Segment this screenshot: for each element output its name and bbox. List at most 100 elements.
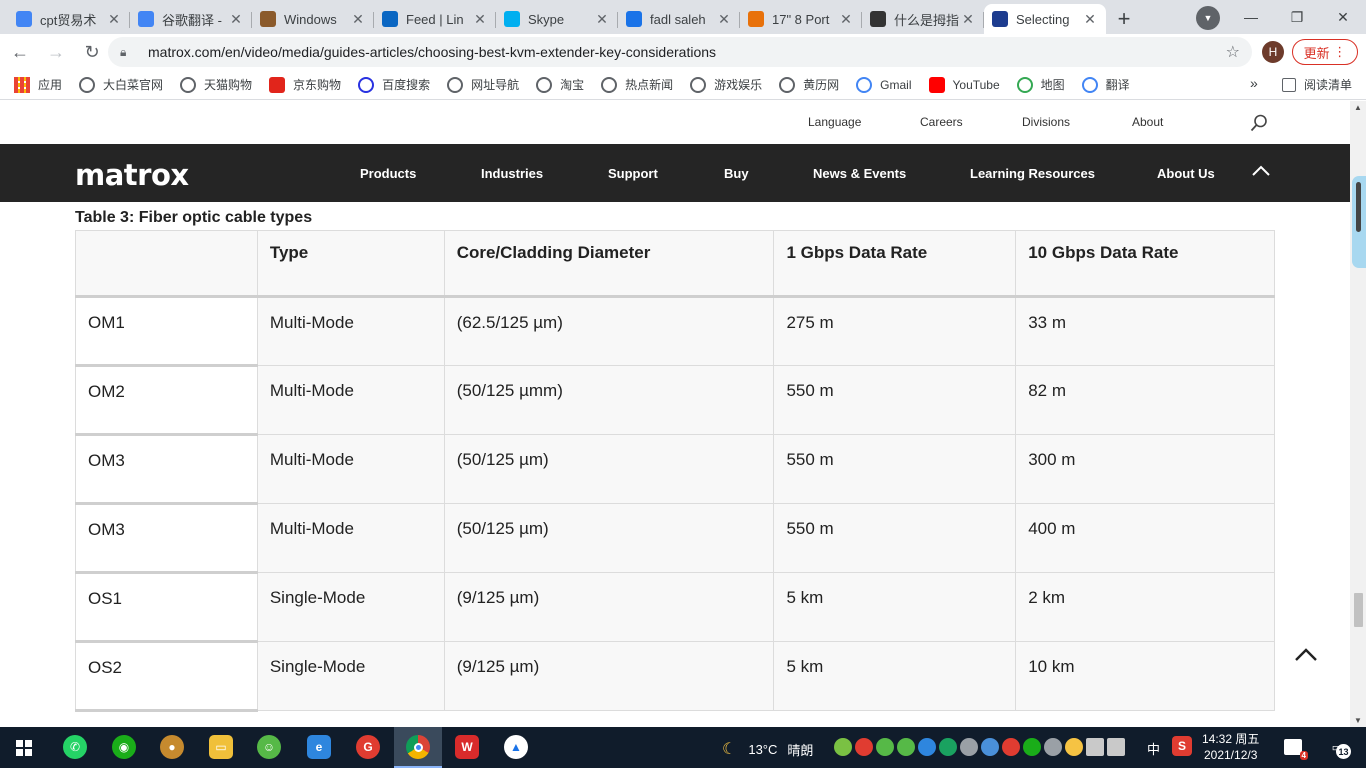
- tray-a-icon[interactable]: [939, 738, 957, 756]
- bookmark-item-11[interactable]: Gmail: [856, 76, 912, 93]
- tab-close-icon[interactable]: ✕: [350, 11, 366, 28]
- tab-close-icon[interactable]: ✕: [594, 11, 610, 28]
- tab-close-icon[interactable]: ✕: [838, 11, 854, 28]
- bookmark-item-4[interactable]: 京东购物: [269, 76, 341, 93]
- network-icon[interactable]: [1086, 738, 1104, 756]
- tab-close-icon[interactable]: ✕: [1082, 11, 1098, 28]
- matrox-logo[interactable]: matrox: [75, 158, 189, 192]
- acorn-app-icon[interactable]: ●: [160, 735, 184, 759]
- volume-icon[interactable]: [1107, 738, 1125, 756]
- tray-plus-icon[interactable]: [1065, 738, 1083, 756]
- system-clock[interactable]: 14:32 周五 2021/12/3: [1202, 731, 1259, 763]
- bookmark-item-13[interactable]: 地图: [1016, 76, 1065, 93]
- bookmark-item-12[interactable]: YouTube: [928, 76, 1000, 93]
- utility-link-divisions[interactable]: Divisions: [1022, 115, 1070, 129]
- bookmark-item-9[interactable]: 游戏娱乐: [690, 76, 762, 93]
- nav-buy[interactable]: Buy: [724, 166, 749, 181]
- reload-icon[interactable]: ↻: [76, 36, 108, 68]
- side-panel-handle[interactable]: [1352, 176, 1366, 268]
- tray-g-icon[interactable]: [1002, 738, 1020, 756]
- browser-tab-8[interactable]: 什么是拇指 ✕: [862, 4, 984, 34]
- browser-tab-1[interactable]: cpt贸易术 ✕: [8, 4, 130, 34]
- scroll-up-icon[interactable]: ▲: [1354, 103, 1362, 112]
- red-app-icon[interactable]: G: [356, 735, 380, 759]
- back-to-top-icon[interactable]: [1294, 644, 1318, 664]
- nav-industries[interactable]: Industries: [481, 166, 543, 181]
- back-arrow-icon[interactable]: ←: [4, 36, 36, 68]
- wps-icon[interactable]: W: [455, 735, 479, 759]
- profile-avatar[interactable]: H: [1262, 41, 1284, 63]
- browser-tab-4[interactable]: Feed | Lin ✕: [374, 4, 496, 34]
- browser-tab-9[interactable]: Selecting ✕: [984, 4, 1106, 34]
- tray-browser-icon[interactable]: [918, 738, 936, 756]
- sogou-input-icon[interactable]: S: [1172, 736, 1192, 756]
- address-bar[interactable]: 🔒︎ matrox.com/en/video/media/guides-arti…: [108, 37, 1252, 67]
- bookmark-item-10[interactable]: 黄历网: [779, 76, 839, 93]
- more-bookmarks-icon[interactable]: »: [1250, 75, 1258, 91]
- browser-tab-3[interactable]: Windows ✕: [252, 4, 374, 34]
- window-controls: — ❐ ✕: [1228, 0, 1366, 34]
- bookmark-item-3[interactable]: 天猫购物: [180, 76, 252, 93]
- windows-start-icon[interactable]: [16, 740, 32, 756]
- reading-list-button[interactable]: 阅读清单: [1282, 76, 1352, 93]
- bookmark-item-1[interactable]: 应用: [14, 76, 62, 93]
- tab-close-icon[interactable]: ✕: [716, 11, 732, 28]
- file-explorer-icon[interactable]: ▭: [209, 735, 233, 759]
- tab-close-icon[interactable]: ✕: [960, 11, 976, 28]
- maps-icon: [1016, 76, 1033, 93]
- update-button[interactable]: 更新 ⋮: [1292, 39, 1358, 65]
- tray-display-icon[interactable]: [981, 738, 999, 756]
- restore-icon[interactable]: ❐: [1274, 0, 1320, 34]
- tray-app-icon[interactable]: [834, 738, 852, 756]
- minimize-icon[interactable]: —: [1228, 0, 1274, 34]
- bookmark-item-5[interactable]: 百度搜索: [358, 76, 430, 93]
- search-icon[interactable]: [1250, 114, 1268, 132]
- tray-gear-icon[interactable]: [960, 738, 978, 756]
- nav-learning-resources[interactable]: Learning Resources: [970, 166, 1095, 181]
- notification-center-icon[interactable]: ▭13: [1326, 737, 1351, 759]
- chrome-icon[interactable]: [406, 735, 430, 759]
- tab-close-icon[interactable]: ✕: [472, 11, 488, 28]
- tray-wechat-icon[interactable]: [1023, 738, 1041, 756]
- tray-android-icon[interactable]: [897, 738, 915, 756]
- tray-android-icon[interactable]: [876, 738, 894, 756]
- bookmark-item-8[interactable]: 热点新闻: [601, 76, 673, 93]
- tab-title: 17" 8 Port: [772, 11, 830, 27]
- browser-tab-5[interactable]: Skype ✕: [496, 4, 618, 34]
- tab-close-icon[interactable]: ✕: [228, 11, 244, 28]
- nav-news-events[interactable]: News & Events: [813, 166, 906, 181]
- nav-support[interactable]: Support: [608, 166, 658, 181]
- nav-about-us[interactable]: About Us: [1157, 166, 1215, 181]
- close-window-icon[interactable]: ✕: [1320, 0, 1366, 34]
- nav-products[interactable]: Products: [360, 166, 416, 181]
- utility-link-careers[interactable]: Careers: [920, 115, 963, 129]
- vpn-app-icon[interactable]: ▲: [504, 735, 528, 759]
- tab-search-icon[interactable]: ▼: [1196, 6, 1220, 30]
- tab-close-icon[interactable]: ✕: [106, 11, 122, 28]
- utility-link-language[interactable]: Language: [808, 115, 861, 129]
- forward-arrow-icon[interactable]: →: [40, 36, 72, 68]
- utility-link-about[interactable]: About: [1132, 115, 1163, 129]
- browser-e-icon[interactable]: e: [307, 735, 331, 759]
- whatsapp-icon[interactable]: ✆: [63, 735, 87, 759]
- ime-indicator[interactable]: 中: [1147, 739, 1160, 758]
- mail-icon[interactable]: 4: [1284, 739, 1308, 760]
- bookmark-star-icon[interactable]: ☆: [1226, 42, 1240, 62]
- bookmark-item-14[interactable]: 翻译: [1081, 76, 1130, 93]
- browser-tab-2[interactable]: 谷歌翻译 - ✕: [130, 4, 252, 34]
- new-tab-plus-icon[interactable]: +: [1106, 4, 1142, 34]
- scrollbar-thumb[interactable]: [1354, 593, 1363, 627]
- matrox-m-icon: [992, 11, 1008, 27]
- tray-usb-icon[interactable]: [1044, 738, 1062, 756]
- bookmark-item-7[interactable]: 淘宝: [536, 76, 584, 93]
- tray-wps-icon[interactable]: [855, 738, 873, 756]
- android-app-icon[interactable]: ☺: [257, 735, 281, 759]
- scroll-down-icon[interactable]: ▼: [1354, 716, 1362, 725]
- browser-tab-6[interactable]: fadl saleh ✕: [618, 4, 740, 34]
- bookmark-item-6[interactable]: 网址导航: [447, 76, 519, 93]
- chevron-up-icon[interactable]: [1252, 162, 1270, 180]
- bookmark-item-2[interactable]: 大白菜官网: [79, 76, 163, 93]
- wechat-icon[interactable]: ◉: [112, 735, 136, 759]
- weather-widget[interactable]: ☾ 13°C 晴朗: [722, 739, 813, 759]
- browser-tab-7[interactable]: 17" 8 Port ✕: [740, 4, 862, 34]
